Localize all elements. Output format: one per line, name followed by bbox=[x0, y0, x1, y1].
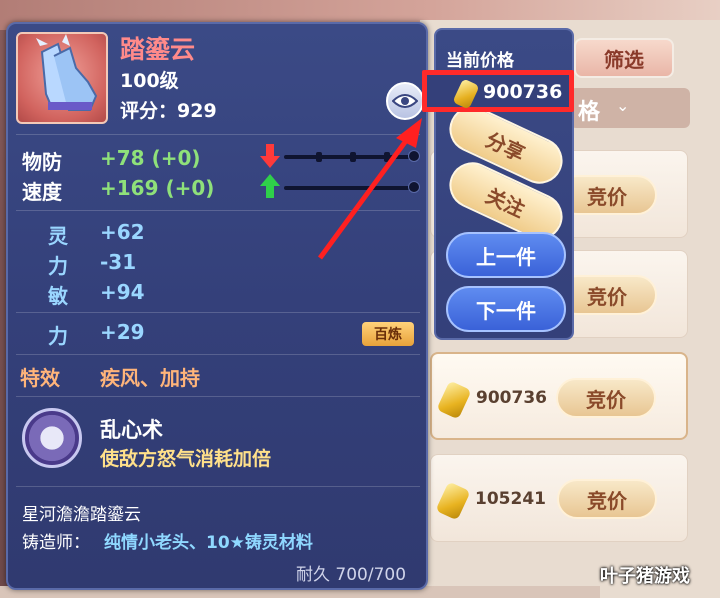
refine-badge: 百炼 bbox=[362, 322, 414, 346]
sort-label: 格 bbox=[578, 100, 601, 125]
item-thumbnail bbox=[16, 32, 108, 124]
attr-value: +94 bbox=[100, 280, 145, 304]
effect-label: 特效 bbox=[20, 366, 60, 390]
filter-button[interactable]: 筛选 bbox=[574, 38, 674, 78]
chevron-down-icon: ⌄ bbox=[616, 96, 630, 115]
gold-icon bbox=[435, 481, 471, 521]
sort-header[interactable]: 格 ⌄ bbox=[570, 88, 690, 128]
gold-icon bbox=[452, 78, 480, 110]
stat-value-defense: +78 (+0) bbox=[100, 146, 201, 170]
attr-label: 灵 bbox=[48, 224, 68, 248]
boots-icon bbox=[36, 34, 98, 111]
divider bbox=[16, 354, 420, 355]
divider bbox=[16, 486, 420, 487]
row-price: 900736 bbox=[476, 388, 547, 408]
annotation-arrow bbox=[317, 118, 422, 260]
stat-value-speed: +169 (+0) bbox=[100, 176, 215, 200]
bid-button[interactable]: 竞价 bbox=[557, 479, 657, 519]
list-item[interactable]: 105241 竞价 bbox=[430, 454, 688, 542]
maker-value: 纯情小老头、10★铸灵材料 bbox=[104, 533, 313, 553]
arrow-down-icon bbox=[260, 144, 280, 168]
stat-label-speed: 速度 bbox=[22, 180, 62, 204]
durability: 耐久 700/700 bbox=[296, 565, 407, 585]
item-level: 100级 bbox=[120, 70, 179, 92]
prev-item-button[interactable]: 上一件 bbox=[446, 232, 566, 278]
attr-value: +62 bbox=[100, 220, 145, 244]
refine-label: 力 bbox=[48, 324, 68, 348]
divider bbox=[16, 396, 420, 397]
current-price-highlight: 900736 bbox=[422, 70, 574, 112]
watermark: 叶子猪游戏 bbox=[600, 566, 690, 587]
skill-name: 乱心术 bbox=[100, 418, 163, 442]
next-item-button[interactable]: 下一件 bbox=[446, 286, 566, 332]
skill-icon[interactable] bbox=[22, 408, 82, 468]
list-item[interactable]: 900736 竞价 bbox=[430, 352, 688, 440]
skill-description: 使敌方怒气消耗加倍 bbox=[100, 448, 272, 470]
item-score: 评分：929 bbox=[120, 100, 217, 122]
item-name: 踏鎏云 bbox=[120, 35, 196, 64]
attr-label: 敏 bbox=[48, 284, 68, 308]
row-price: 105241 bbox=[475, 489, 546, 509]
attr-value: -31 bbox=[100, 250, 137, 274]
maker-label: 铸造师： bbox=[22, 533, 90, 553]
arrow-up-icon bbox=[260, 174, 280, 198]
bid-button[interactable]: 竞价 bbox=[556, 378, 656, 418]
item-lore: 星河澹澹踏鎏云 bbox=[22, 505, 141, 525]
stat-label-defense: 物防 bbox=[22, 150, 62, 174]
current-price-value: 900736 bbox=[483, 81, 563, 103]
divider bbox=[16, 312, 420, 313]
effect-value: 疾风、加持 bbox=[100, 366, 200, 390]
gold-icon bbox=[436, 380, 472, 420]
current-price-label: 当前价格 bbox=[446, 51, 514, 71]
attr-label: 力 bbox=[48, 254, 68, 278]
refine-value: +29 bbox=[100, 320, 145, 344]
